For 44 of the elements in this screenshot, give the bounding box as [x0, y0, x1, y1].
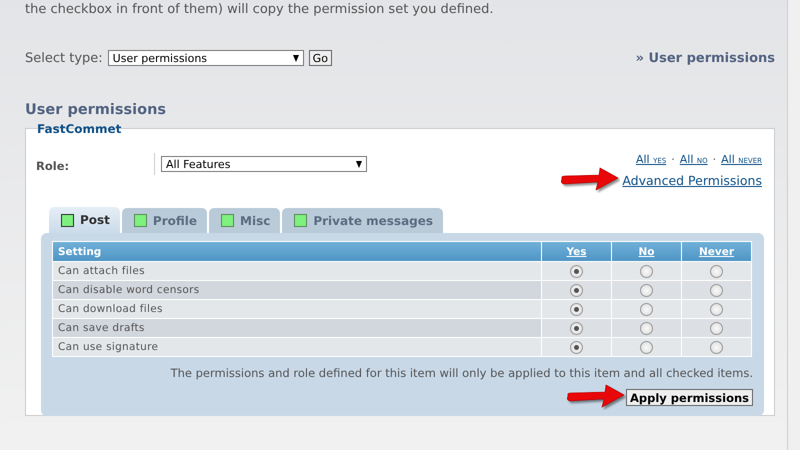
arrow-icon	[558, 167, 620, 193]
radio-button[interactable]	[640, 264, 653, 278]
setting-name: Can attach files	[58, 265, 145, 277]
go-button[interactable]: Go	[308, 50, 332, 66]
radio-button[interactable]	[710, 284, 723, 296]
type-dropdown[interactable]: User permissions	[108, 50, 304, 66]
radio-button[interactable]	[570, 340, 583, 354]
radio-button[interactable]	[570, 322, 583, 334]
radio-button[interactable]	[710, 302, 723, 316]
radio-button[interactable]	[570, 284, 583, 296]
radio-button[interactable]	[710, 264, 723, 278]
note-text: The permissions and role defined for this item will only be applied to this item and all checked items.	[170, 366, 753, 380]
separator-dot: ·	[712, 153, 716, 166]
section-heading: User permissions	[25, 101, 168, 119]
role-dropdown[interactable]: All Features	[161, 156, 367, 172]
advanced-permissions-link[interactable]: Advanced Permissions	[622, 172, 762, 188]
set-all-link[interactable]: All never	[721, 153, 762, 166]
setting-name: Can use signature	[58, 341, 158, 353]
radio-button[interactable]	[640, 340, 653, 354]
setting-name: Can save drafts	[58, 322, 145, 334]
radio-button[interactable]	[570, 302, 583, 316]
radio-button[interactable]	[640, 322, 653, 334]
intro-text: the checkbox in front of them) will copy the permission set you defined.	[25, 2, 495, 18]
radio-button[interactable]	[570, 264, 583, 278]
tab[interactable]: Post	[49, 207, 120, 233]
scrollbar[interactable]	[787, 0, 800, 450]
column-header: Setting	[58, 246, 102, 258]
breadcrumb: » User permissions	[636, 50, 775, 66]
arrow-icon	[564, 384, 626, 410]
radio-button[interactable]	[710, 322, 723, 334]
radio-button[interactable]	[710, 340, 723, 354]
select-label: Select type:	[25, 50, 103, 66]
radio-button[interactable]	[640, 302, 653, 316]
apply-permissions-button[interactable]: Apply permissions	[626, 388, 753, 406]
set-all-link[interactable]: All no	[680, 153, 708, 166]
role-label: Role:	[36, 158, 70, 173]
caret-icon	[356, 160, 362, 168]
setting-name: Can disable word censors	[58, 284, 200, 296]
setting-name: Can download files	[58, 303, 163, 315]
separator-dot: ·	[671, 153, 675, 166]
radio-button[interactable]	[640, 284, 653, 296]
group-legend: FastCommet	[36, 122, 122, 136]
set-all-link[interactable]: All yes	[636, 153, 666, 166]
caret-icon	[292, 54, 299, 62]
